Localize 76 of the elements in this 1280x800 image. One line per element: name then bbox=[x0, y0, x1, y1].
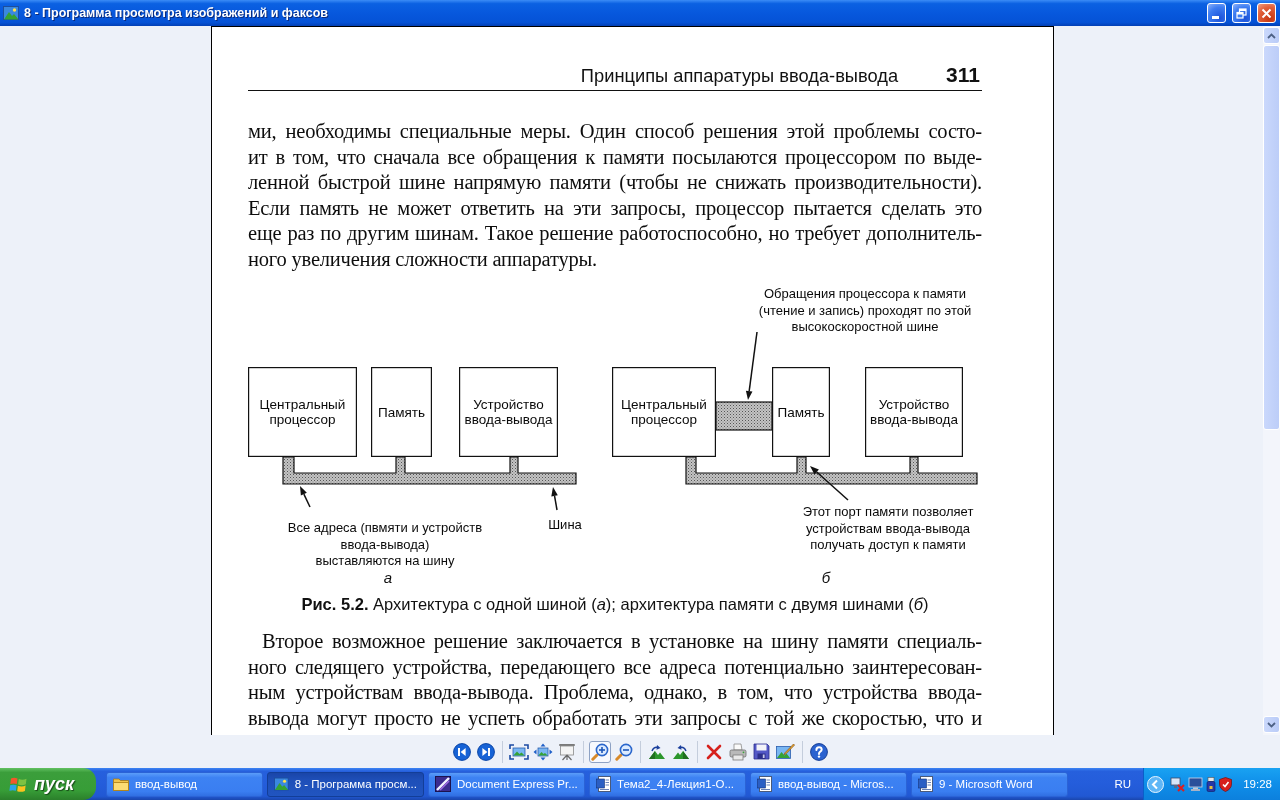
block-label: Устройство ввода-вывода bbox=[464, 397, 553, 427]
show-hidden-icons-button[interactable] bbox=[1147, 775, 1164, 793]
callout-text: Шина bbox=[548, 517, 582, 532]
subfigure-label: а bbox=[383, 569, 393, 586]
callout-text: Обращения процессора к памяти (чтение и запись) проходят по этой высокоскоростной шине bbox=[758, 286, 972, 334]
previous-button[interactable] bbox=[450, 740, 473, 763]
restore-button[interactable] bbox=[1232, 3, 1251, 23]
scroll-thumb[interactable] bbox=[1263, 45, 1280, 430]
shield-icon bbox=[1219, 776, 1232, 792]
mountain-arrow-icon bbox=[647, 743, 666, 760]
projector-screen-icon bbox=[557, 742, 576, 761]
zoom-out-icon bbox=[614, 742, 633, 761]
picture-icon bbox=[3, 6, 19, 20]
pointer-arrow bbox=[745, 331, 758, 400]
picture-pencil-icon bbox=[776, 742, 795, 761]
block-label: Устройство ввода-вывода bbox=[870, 397, 958, 427]
folder-icon bbox=[113, 777, 129, 791]
picture-icon bbox=[274, 777, 289, 791]
subfigure-label: б bbox=[821, 569, 831, 586]
start-button[interactable]: пуск bbox=[0, 768, 96, 800]
chevron-down-icon bbox=[1267, 721, 1276, 728]
chevron-up-icon bbox=[1267, 32, 1276, 39]
scroll-up-button[interactable] bbox=[1263, 27, 1280, 44]
document-icon bbox=[596, 776, 611, 792]
picture-arrows-icon bbox=[532, 742, 553, 761]
taskbar-button[interactable]: ввод-вывод bbox=[106, 771, 263, 797]
minimize-button[interactable] bbox=[1207, 3, 1226, 23]
pointer-arrow bbox=[810, 466, 849, 501]
zoom-in-button[interactable] bbox=[588, 740, 611, 763]
body-paragraph: ми, необходимы специальные меры. Один способ решения этой проблемы состо- ит в том, что сначала все обращения к памяти посылаются процессором по выде- ленной быстрой шине напрямую памяти (чтобы не снижать производительности). Если память не может ответить на эти запросы, процессор пытается сделать это еще раз по другим шинам. Такое решение работоспособно, но требует дополнитель- ного увеличения сложности аппаратуры. bbox=[248, 119, 982, 272]
skip-back-icon bbox=[452, 742, 471, 761]
help-button[interactable] bbox=[807, 740, 830, 763]
next-button[interactable] bbox=[474, 740, 497, 763]
vertical-scrollbar[interactable] bbox=[1263, 26, 1280, 735]
high-speed-bus bbox=[715, 401, 773, 431]
cross-icon bbox=[705, 743, 722, 760]
app-icon bbox=[435, 776, 451, 792]
page-number: 311 bbox=[946, 64, 980, 86]
block-label: Центральный процессор bbox=[621, 397, 707, 427]
restore-icon bbox=[1236, 7, 1247, 19]
scroll-down-button[interactable] bbox=[1263, 716, 1280, 733]
language-indicator[interactable]: RU bbox=[1114, 778, 1131, 790]
taskbar-button[interactable]: Document Express Pr... bbox=[428, 771, 585, 797]
close-icon bbox=[1261, 7, 1272, 19]
usb-device-icon bbox=[1206, 776, 1216, 792]
callout-text: Все адреса (пвмяти и устройств ввода-вывода) выставляются на шину bbox=[287, 520, 483, 568]
figure-caption: Рис. 5.2. Архитектура с одной шиной (а); архитектура памяти с двумя шинами (б) bbox=[300, 595, 930, 614]
taskbar-button[interactable]: 8 - Программа просм... bbox=[267, 771, 424, 797]
minimize-icon bbox=[1212, 15, 1219, 19]
help-icon bbox=[809, 742, 828, 761]
callout-text: Этот порт памяти позволяет устройствам ввода-вывода получать доступ к памяти bbox=[802, 504, 974, 552]
mountain-arrow-icon bbox=[671, 743, 690, 760]
block-label: Память bbox=[777, 404, 825, 420]
close-button[interactable] bbox=[1257, 3, 1276, 23]
taskbar-button[interactable]: Тема2_4-Лекция1-О... bbox=[589, 771, 746, 797]
body-paragraph: Второе возможное решение заключается в установке на шину памяти специаль- ного следящего устройства, передающего все адреса потенциально заинтересован- ным устройствам ввода-вывода. Проблема, однако, в том, что устройства ввода- вывода могут просто не успеть обработать эти запросы с той же скоростью, что и bbox=[248, 629, 982, 731]
document-icon bbox=[757, 776, 772, 792]
clock: 19:28 bbox=[1243, 778, 1272, 790]
skip-forward-icon bbox=[476, 742, 495, 761]
pointer-arrow bbox=[551, 487, 558, 511]
flag-logo-icon bbox=[9, 775, 28, 793]
taskbar-button[interactable]: ввод-вывод - Micros... bbox=[750, 771, 907, 797]
running-head-title: Принципы аппаратуры ввода-вывода bbox=[580, 65, 899, 87]
block-label: Центральный процессор bbox=[259, 397, 346, 427]
document-icon bbox=[918, 776, 933, 792]
monitor-icon bbox=[1188, 776, 1203, 792]
pointer-arrow bbox=[300, 486, 311, 508]
taskbar-button[interactable]: 9 - Microsoft Word bbox=[911, 771, 1068, 797]
block-label: Память bbox=[378, 404, 425, 420]
network-error-icon bbox=[1170, 776, 1185, 792]
chevron-left-icon bbox=[1147, 775, 1164, 793]
save-button[interactable] bbox=[750, 740, 773, 763]
printer-icon bbox=[728, 742, 747, 761]
window-title: 8 - Программа просмотра изображений и факсов bbox=[24, 6, 330, 20]
zoom-in-icon bbox=[590, 742, 609, 761]
picture-frame-icon bbox=[508, 743, 529, 760]
